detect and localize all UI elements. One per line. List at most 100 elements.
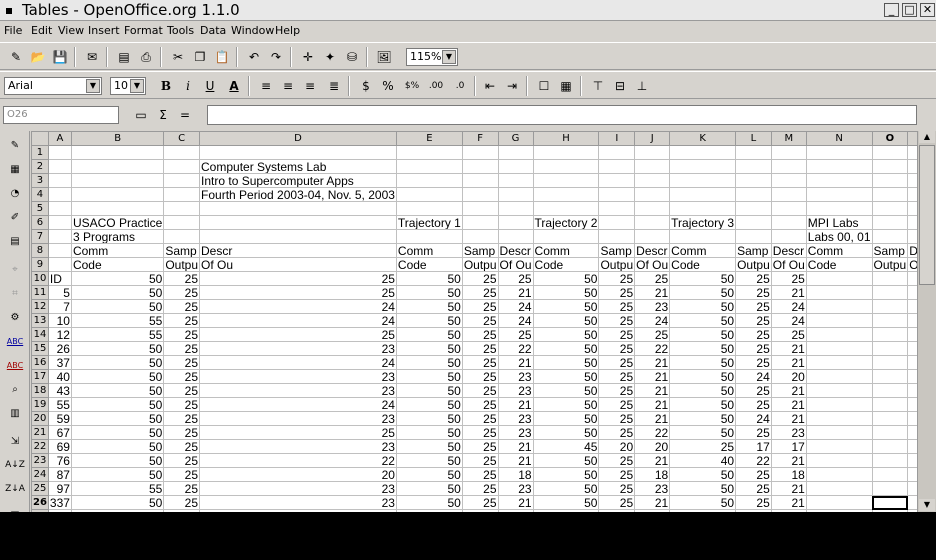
cell-E25[interactable]: 50 <box>395 481 463 496</box>
cell-L5[interactable] <box>735 201 772 216</box>
cell-D8[interactable]: Descr <box>199 243 397 258</box>
scroll-down-icon[interactable]: ▼ <box>919 499 935 511</box>
cell-E12[interactable]: 50 <box>395 299 463 314</box>
add-decimal-icon[interactable]: .00 <box>426 76 446 96</box>
cell-F22[interactable]: 25 <box>461 439 499 454</box>
row-header[interactable]: 12 <box>31 299 49 314</box>
cell-F19[interactable]: 25 <box>461 397 499 412</box>
cell-G17[interactable]: 23 <box>497 369 534 384</box>
row-header[interactable]: 1 <box>31 145 49 160</box>
cell-F11[interactable]: 25 <box>461 285 499 300</box>
cell-L10[interactable]: 25 <box>735 271 772 286</box>
cell-A8[interactable] <box>47 243 72 258</box>
cell-F15[interactable]: 25 <box>461 341 499 356</box>
cell-K26[interactable]: 50 <box>669 495 737 510</box>
cell-D24[interactable]: 20 <box>199 467 397 482</box>
cell-J7[interactable] <box>634 229 671 244</box>
cell-B10[interactable]: 50 <box>70 271 165 286</box>
cell-C26[interactable]: 25 <box>163 495 201 510</box>
cell-J18[interactable]: 21 <box>634 383 671 398</box>
cell-F7[interactable] <box>461 229 499 244</box>
cell-L1[interactable] <box>735 145 772 160</box>
row-header[interactable]: 7 <box>31 229 49 244</box>
cell-D13[interactable]: 24 <box>199 313 397 328</box>
cell-F9[interactable]: Outpu <box>461 257 499 272</box>
row-header[interactable]: 3 <box>31 173 49 188</box>
cell-M19[interactable]: 21 <box>770 397 807 412</box>
cell-D22[interactable]: 23 <box>199 439 397 454</box>
function-wizard-icon[interactable]: ▭ <box>131 105 151 125</box>
cell-F4[interactable] <box>461 187 499 202</box>
column-header[interactable]: A <box>47 131 72 146</box>
cell-A10[interactable]: ID <box>47 271 72 286</box>
cell-K11[interactable]: 50 <box>669 285 737 300</box>
standard-format-icon[interactable]: $% <box>402 76 422 96</box>
cell-C18[interactable]: 25 <box>163 383 201 398</box>
cell-C10[interactable]: 25 <box>163 271 201 286</box>
cell-C11[interactable]: 25 <box>163 285 201 300</box>
cell-C25[interactable]: 25 <box>163 481 201 496</box>
cell-D15[interactable]: 23 <box>199 341 397 356</box>
cell-I17[interactable]: 25 <box>598 369 636 384</box>
cell-G4[interactable] <box>497 187 534 202</box>
cell-O5[interactable] <box>871 201 909 216</box>
menu-format[interactable]: Format <box>124 24 163 37</box>
cell-I7[interactable] <box>598 229 636 244</box>
paste-icon[interactable]: 📋 <box>212 47 232 67</box>
cell-G9[interactable]: Of Ou <box>497 257 534 272</box>
column-header[interactable]: D <box>199 131 397 146</box>
cell-E4[interactable] <box>395 187 463 202</box>
cell-O3[interactable] <box>871 173 909 188</box>
cell-E20[interactable]: 50 <box>395 411 463 426</box>
document-as-email-icon[interactable]: ✉ <box>82 47 102 67</box>
cell-P13[interactable] <box>907 313 917 328</box>
cell-J14[interactable]: 25 <box>634 327 671 342</box>
draw-icon[interactable]: ✐ <box>5 207 25 227</box>
cell-H24[interactable]: 50 <box>532 467 600 482</box>
cell-K2[interactable] <box>669 159 737 174</box>
cell-H26[interactable]: 50 <box>532 495 600 510</box>
cell-C23[interactable]: 25 <box>163 453 201 468</box>
cell-N2[interactable] <box>805 159 873 174</box>
cell-J21[interactable]: 22 <box>634 425 671 440</box>
row-header[interactable]: 8 <box>31 243 49 258</box>
cell-E17[interactable]: 50 <box>395 369 463 384</box>
cell-C21[interactable]: 25 <box>163 425 201 440</box>
chevron-down-icon[interactable]: ▼ <box>442 50 456 64</box>
cell-B19[interactable]: 50 <box>70 397 165 412</box>
cell-M7[interactable] <box>770 229 807 244</box>
cell-D19[interactable]: 24 <box>199 397 397 412</box>
cell-A23[interactable]: 76 <box>47 453 72 468</box>
cell-P20[interactable] <box>907 411 917 426</box>
column-header[interactable]: C <box>163 131 201 146</box>
justify-icon[interactable]: ≣ <box>324 76 344 96</box>
cell-A4[interactable] <box>47 187 72 202</box>
cell-G11[interactable]: 21 <box>497 285 534 300</box>
cell-N15[interactable] <box>805 341 873 356</box>
cell-J23[interactable]: 21 <box>634 453 671 468</box>
currency-format-icon[interactable]: $ <box>356 76 376 96</box>
row-header[interactable]: 16 <box>31 355 49 370</box>
export-pdf-icon[interactable]: ▤ <box>114 47 134 67</box>
cell-M3[interactable] <box>770 173 807 188</box>
cell-H19[interactable]: 50 <box>532 397 600 412</box>
cell-P25[interactable] <box>907 481 917 496</box>
cell-K20[interactable]: 50 <box>669 411 737 426</box>
cell-B26[interactable]: 50 <box>70 495 165 510</box>
cell-B22[interactable]: 50 <box>70 439 165 454</box>
select-all-corner[interactable] <box>31 131 49 146</box>
cell-A15[interactable]: 26 <box>47 341 72 356</box>
cell-L12[interactable]: 25 <box>735 299 772 314</box>
row-header[interactable]: 24 <box>31 467 49 482</box>
cell-L21[interactable]: 25 <box>735 425 772 440</box>
scroll-up-icon[interactable]: ▲ <box>919 131 935 143</box>
cell-O6[interactable] <box>871 215 909 230</box>
open-folder-icon[interactable]: 📂 <box>28 47 48 67</box>
row-header[interactable]: 17 <box>31 369 49 384</box>
cell-G3[interactable] <box>497 173 534 188</box>
cell-D11[interactable]: 25 <box>199 285 397 300</box>
cell-N5[interactable] <box>805 201 873 216</box>
minimize-button[interactable]: _ <box>884 3 899 17</box>
menu-file[interactable]: File <box>4 24 22 37</box>
row-header[interactable]: 25 <box>31 481 49 496</box>
